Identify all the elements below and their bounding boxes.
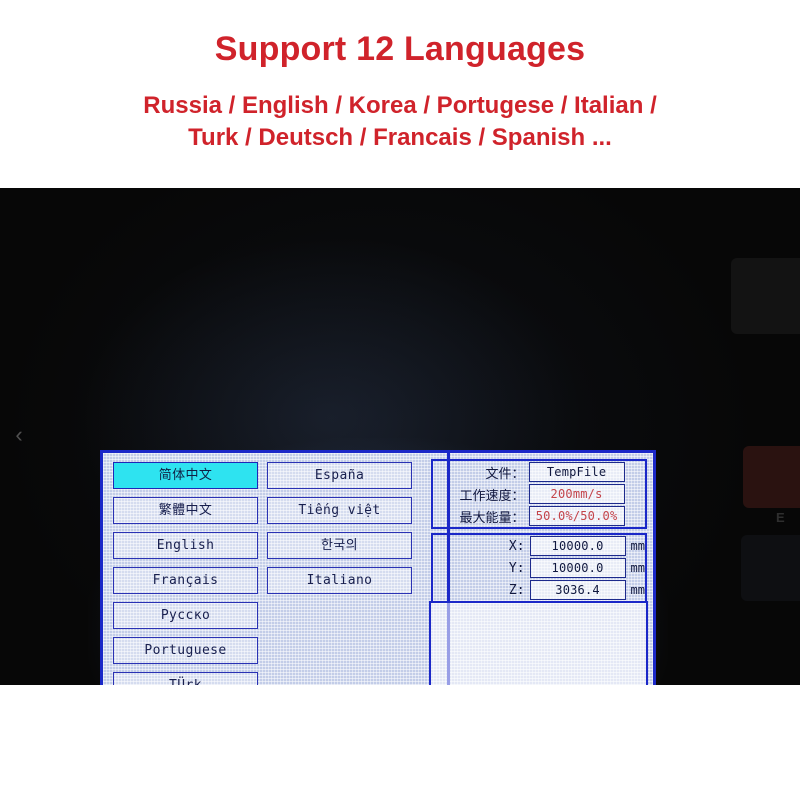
speed-label: 工作速度： [459, 488, 525, 504]
speed-value[interactable]: 200mm/s [528, 484, 625, 504]
language-column-right: España Tiếng việt 한국의 Italiano [267, 462, 412, 685]
language-button-russian[interactable]: Русско [113, 602, 258, 629]
subtitle-line-1: Russia / English / Korea / Portugese / I… [143, 91, 657, 119]
file-value[interactable]: TempFile [528, 462, 625, 482]
machine-photo: ‹ E 简体中文 繁體中文 English Français Русско Po… [0, 188, 800, 685]
language-button-francais[interactable]: Français [113, 567, 258, 594]
language-button-portuguese[interactable]: Portuguese [113, 637, 258, 664]
speed-row: 工作速度： 200mm/s [433, 483, 645, 505]
power-label: 最大能量： [459, 510, 525, 526]
language-selection-panel: 简体中文 繁體中文 English Français Русско Portug… [103, 453, 423, 685]
power-row: 最大能量： 50.0%/50.0% [433, 505, 645, 527]
language-button-traditional-chinese[interactable]: 繁體中文 [113, 497, 258, 524]
language-button-turkish[interactable]: TÜrk [113, 672, 258, 685]
page-footer-whitespace [0, 685, 800, 800]
file-row: 文件： TempFile [433, 461, 645, 483]
coordinate-row-x: X: 10000.0 mm [433, 535, 645, 557]
subtitle-line-2: Turk / Deutsch / Francais / Spanish ... [188, 124, 612, 152]
coordinate-row-z: Z: 3036.4 mm [433, 579, 645, 601]
device-button-stop[interactable] [743, 446, 800, 508]
coordinate-value-x[interactable]: 10000.0 [529, 536, 626, 556]
language-button-simplified-chinese[interactable]: 简体中文 [113, 462, 258, 489]
coordinate-value-y[interactable]: 10000.0 [529, 558, 626, 578]
page-title: Support 12 Languages [214, 30, 586, 68]
job-info-panel: 文件： TempFile 工作速度： 200mm/s 最大能量： 50.0%/5… [423, 453, 653, 685]
coordinates-box: X: 10000.0 mm Y: 10000.0 mm Z: 3036.4 mm [430, 533, 647, 603]
language-column-left: 简体中文 繁體中文 English Français Русско Portug… [113, 462, 258, 685]
coordinate-unit-z: mm [630, 583, 645, 597]
device-button-top[interactable] [731, 258, 800, 334]
coordinate-unit-x: mm [630, 539, 645, 553]
device-bezel-label: E [776, 510, 785, 525]
language-list-subtitle: Russia / English / Korea / Portugese / I… [0, 68, 800, 155]
coordinate-label-x: X: [508, 538, 525, 554]
coordinate-unit-y: mm [630, 561, 645, 575]
job-preview-area[interactable] [428, 601, 648, 685]
lcd-screen[interactable]: 简体中文 繁體中文 English Français Русско Portug… [100, 450, 656, 685]
power-value[interactable]: 50.0%/50.0% [528, 506, 625, 526]
promo-header: Support 12 Languages Russia / English / … [0, 0, 800, 188]
coordinate-label-y: Y: [508, 560, 525, 576]
coordinate-label-z: Z: [508, 582, 525, 598]
language-button-italiano[interactable]: Italiano [267, 567, 412, 594]
lcd-main-area: 简体中文 繁體中文 English Français Русско Portug… [103, 453, 653, 685]
file-label: 文件： [485, 466, 525, 482]
device-button-bottom[interactable] [741, 535, 800, 601]
language-button-espana[interactable]: España [267, 462, 412, 489]
coordinate-row-y: Y: 10000.0 mm [433, 557, 645, 579]
file-info-box: 文件： TempFile 工作速度： 200mm/s 最大能量： 50.0%/5… [430, 459, 647, 529]
language-button-vietnamese[interactable]: Tiếng việt [267, 497, 412, 524]
language-button-korean[interactable]: 한국의 [267, 532, 412, 559]
gallery-prev-icon[interactable]: ‹ [8, 420, 30, 450]
coordinate-value-z[interactable]: 3036.4 [529, 580, 626, 600]
language-button-english[interactable]: English [113, 532, 258, 559]
